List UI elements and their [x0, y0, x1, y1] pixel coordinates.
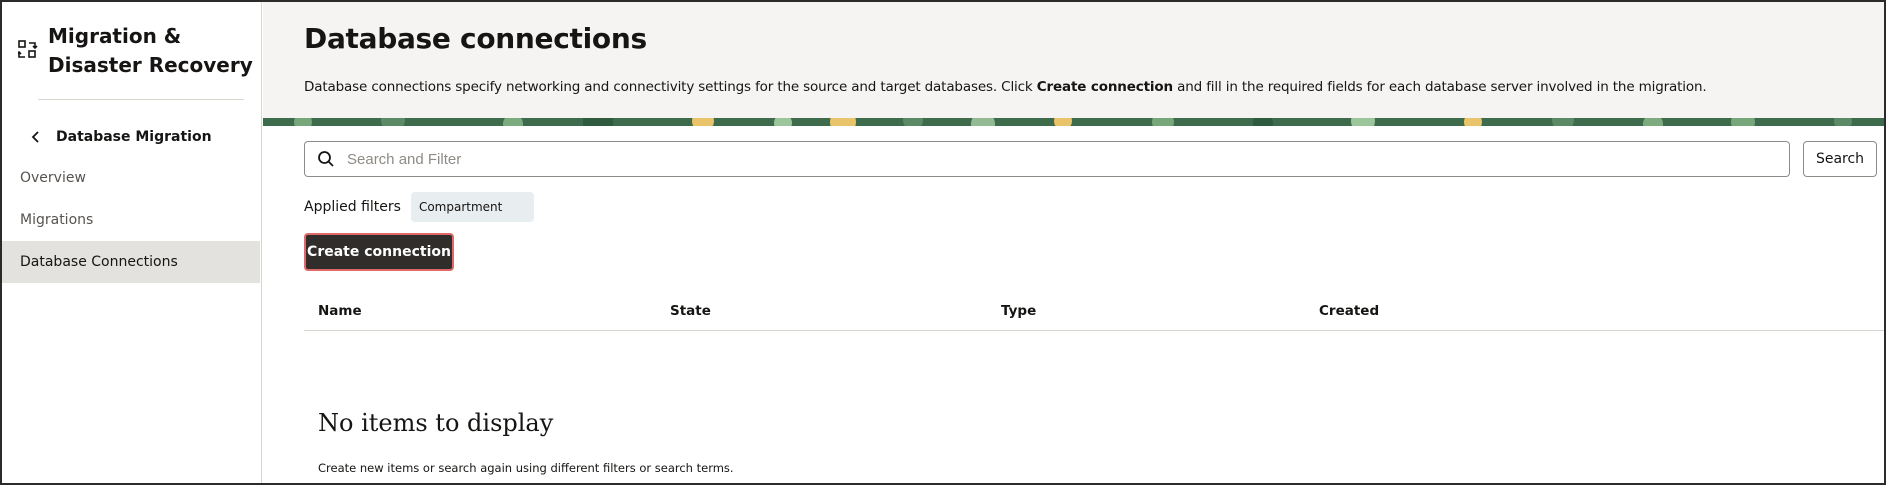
sidebar-divider [38, 99, 244, 100]
sidebar-item-label: Migrations [20, 212, 94, 228]
sidebar-item-migrations[interactable]: Migrations [2, 199, 260, 241]
page-header: Database connections Database connection… [263, 2, 1884, 118]
column-header-created[interactable]: Created [1319, 303, 1379, 319]
empty-state-title: No items to display [318, 409, 554, 437]
column-header-name[interactable]: Name [318, 303, 362, 319]
back-link-label: Database Migration [56, 129, 212, 145]
sidebar: Migration & Disaster Recovery Database M… [2, 2, 262, 483]
back-to-database-migration[interactable]: Database Migration [28, 124, 212, 150]
sidebar-item-label: Database Connections [20, 254, 178, 270]
app-header: Migration & Disaster Recovery [18, 22, 258, 80]
migration-icon [18, 40, 38, 58]
search-icon [318, 151, 334, 167]
filter-chip-compartment[interactable]: Compartment [410, 192, 534, 222]
applied-filters-label: Applied filters [304, 199, 401, 215]
sidebar-item-label: Overview [20, 170, 86, 186]
applied-filters: Applied filters Compartment [304, 192, 534, 222]
sidebar-item-database-connections[interactable]: Database Connections [2, 241, 260, 283]
search-input[interactable] [347, 144, 1789, 174]
search-button[interactable]: Search [1803, 141, 1877, 177]
empty-state-description: Create new items or search again using d… [318, 461, 734, 475]
search-box [304, 141, 1790, 177]
column-header-type[interactable]: Type [1001, 303, 1036, 319]
table-header: Name State Type Created [304, 297, 1884, 331]
description-emphasis: Create connection [1036, 79, 1173, 95]
main-content: Database connections Database connection… [263, 2, 1884, 483]
column-header-state[interactable]: State [670, 303, 711, 319]
page-title: Database connections [304, 22, 647, 55]
app-title: Migration & Disaster Recovery [48, 24, 253, 77]
create-connection-button[interactable]: Create connection [304, 233, 454, 271]
app-window: Migration & Disaster Recovery Database M… [0, 0, 1886, 485]
chevron-left-icon [31, 131, 39, 143]
page-description: Database connections specify networking … [304, 79, 1707, 95]
decorative-banner [263, 118, 1884, 126]
sidebar-item-overview[interactable]: Overview [2, 157, 260, 199]
